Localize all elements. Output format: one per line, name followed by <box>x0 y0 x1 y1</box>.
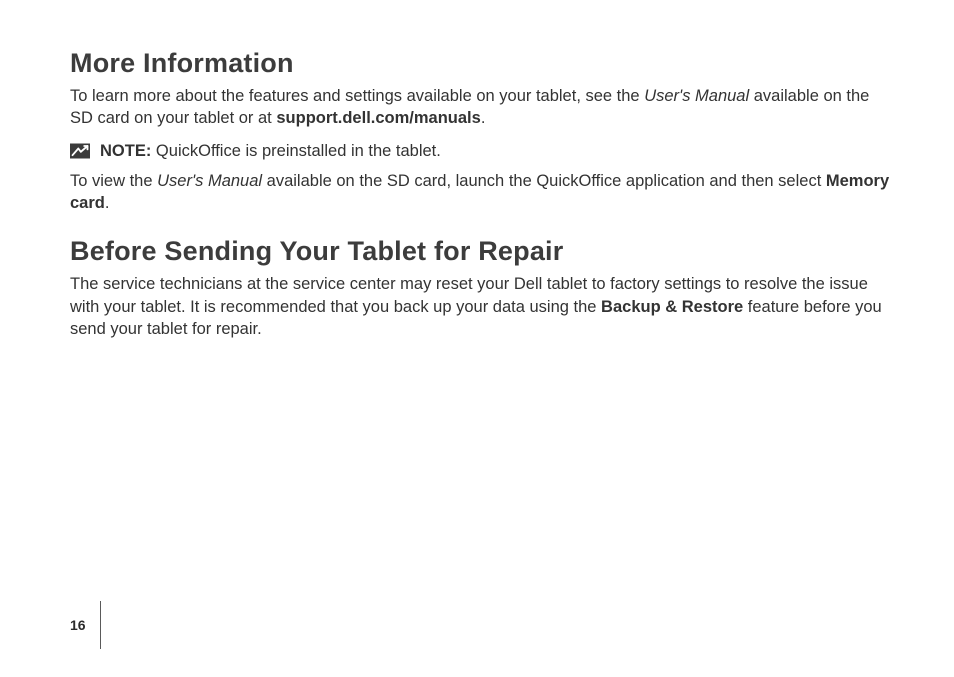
note-text: NOTE: QuickOffice is preinstalled in the… <box>100 140 441 162</box>
heading-before-sending: Before Sending Your Tablet for Repair <box>70 236 890 267</box>
page-number: 16 <box>70 617 100 633</box>
paragraph-view-manual: To view the User's Manual available on t… <box>70 170 890 215</box>
text-run: To learn more about the features and set… <box>70 87 644 105</box>
paragraph-intro: To learn more about the features and set… <box>70 85 890 130</box>
page-content: More Information To learn more about the… <box>70 48 890 350</box>
heading-more-information: More Information <box>70 48 890 79</box>
note-label: NOTE: <box>100 142 151 160</box>
text-support-url: support.dell.com/manuals <box>276 109 480 127</box>
text-backup-restore: Backup & Restore <box>601 298 743 316</box>
text-run: To view the <box>70 172 157 190</box>
text-run: . <box>481 109 486 127</box>
footer-divider <box>100 601 101 649</box>
text-run: . <box>105 194 110 212</box>
paragraph-repair: The service technicians at the service c… <box>70 273 890 340</box>
text-users-manual: User's Manual <box>644 87 749 105</box>
section-repair: Before Sending Your Tablet for Repair Th… <box>70 236 890 340</box>
page-footer: 16 <box>70 601 101 649</box>
note-block: NOTE: QuickOffice is preinstalled in the… <box>70 140 890 162</box>
text-run: available on the SD card, launch the Qui… <box>262 172 826 190</box>
text-users-manual: User's Manual <box>157 172 262 190</box>
note-icon <box>70 143 90 159</box>
note-body: QuickOffice is preinstalled in the table… <box>151 142 441 160</box>
